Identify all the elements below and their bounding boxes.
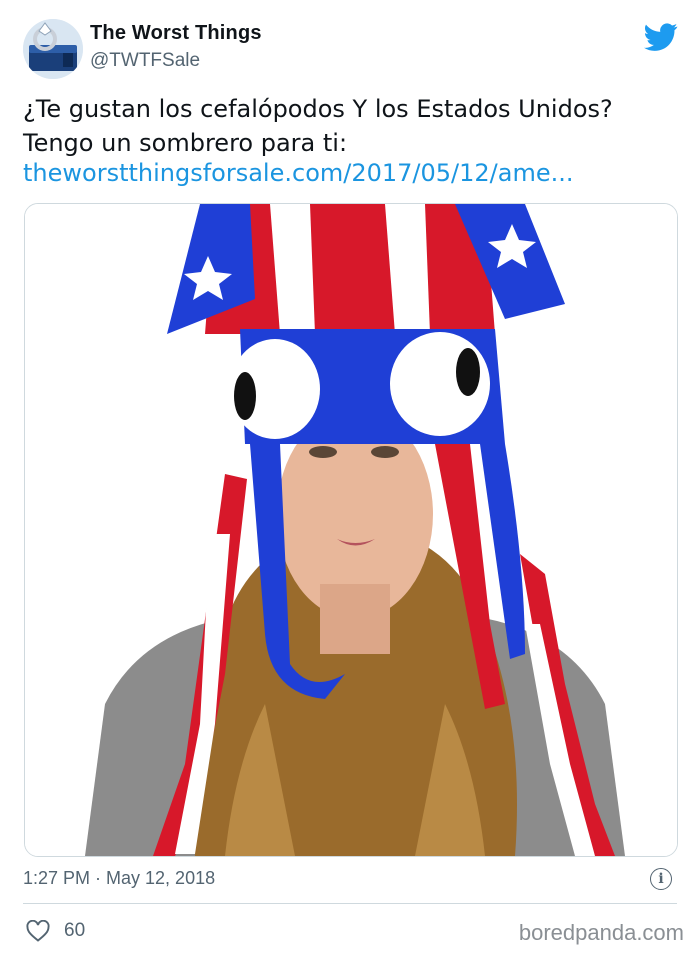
tweet-link[interactable]: theworstthingsforsale.com/2017/05/12/ame… — [23, 156, 574, 190]
author-handle[interactable]: @TWTFSale — [90, 50, 200, 72]
watermark: boredpanda.com — [518, 920, 684, 945]
jewelry-ring-avatar — [23, 19, 83, 79]
author-avatar[interactable] — [23, 19, 83, 79]
twitter-bird-icon[interactable] — [644, 20, 678, 54]
tweet-text: ¿Te gustan los cefalópodos Y los Estados… — [23, 95, 613, 157]
tweet-media-image[interactable] — [24, 203, 678, 857]
info-icon[interactable]: i — [650, 868, 672, 890]
divider — [23, 903, 677, 904]
heart-icon[interactable] — [26, 920, 50, 942]
author-name[interactable]: The Worst Things — [90, 22, 262, 45]
tweet-timestamp[interactable]: 1:27 PM · May 12, 2018 — [23, 868, 215, 889]
like-count: 60 — [64, 920, 86, 941]
squid-hat-photo — [25, 204, 677, 856]
